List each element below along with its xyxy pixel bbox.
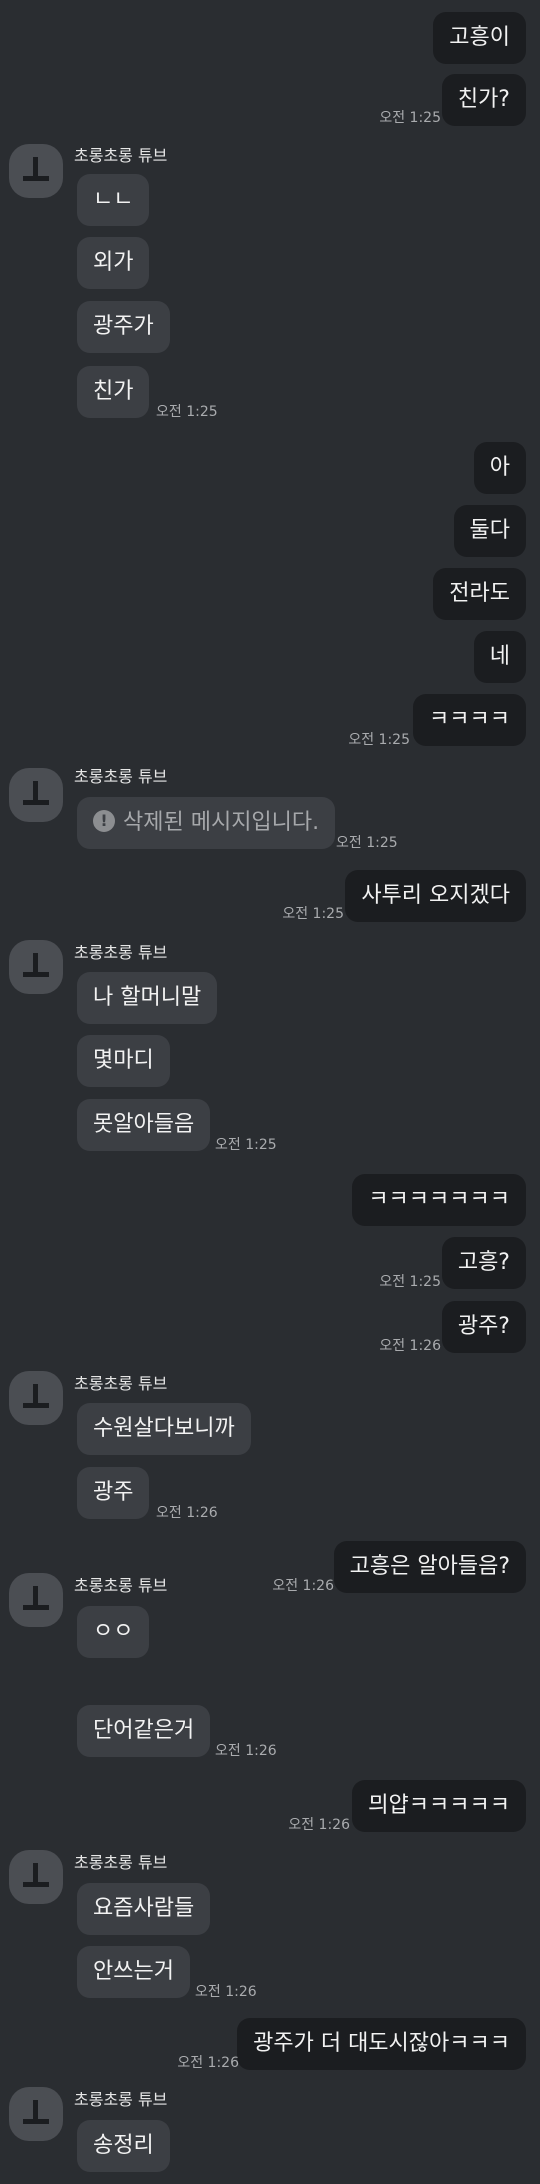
message-text: 안쓰는거	[93, 1959, 174, 1984]
message-text: 외가	[93, 250, 134, 275]
message-timestamp: 오전 1:25	[215, 1137, 277, 1153]
message-text: 못알아들음	[93, 1112, 195, 1137]
message-timestamp: 오전 1:26	[156, 1505, 218, 1521]
message-text: ㅇㅇ	[93, 1619, 134, 1644]
profile-avatar[interactable]	[9, 940, 63, 994]
profile-avatar[interactable]	[9, 1850, 63, 1904]
message-text: 고흥은 알아들음?	[349, 1554, 510, 1579]
message-timestamp: 오전 1:26	[177, 2055, 239, 2071]
message-bubble-received[interactable]: 송정리	[77, 2120, 170, 2172]
profile-avatar[interactable]	[9, 1573, 63, 1627]
message-text: 전라도	[449, 581, 510, 606]
message-timestamp: 오전 1:25	[336, 835, 398, 851]
message-bubble-sent[interactable]: ㅋㅋㅋㅋ	[413, 694, 526, 746]
message-timestamp: 오전 1:25	[156, 404, 218, 420]
message-bubble-received[interactable]: 광주가	[77, 301, 170, 353]
deleted-message-bubble[interactable]: ! 삭제된 메시지입니다.	[77, 797, 336, 849]
message-bubble-received[interactable]: 외가	[77, 237, 150, 289]
message-bubble-sent[interactable]: 고흥?	[441, 1237, 526, 1289]
default-profile-icon	[23, 1384, 49, 1408]
message-text: 광주	[93, 1480, 134, 1505]
default-profile-icon	[23, 953, 49, 977]
message-timestamp: 오전 1:26	[288, 1817, 350, 1833]
message-text: 몇마디	[93, 1048, 154, 1073]
message-text: 광주?	[457, 1314, 510, 1339]
sender-name: 초롱초롱 튜브	[74, 1374, 168, 1393]
message-bubble-sent[interactable]: 광주?	[441, 1301, 526, 1353]
sender-name: 초롱초롱 튜브	[74, 943, 168, 962]
message-bubble-received[interactable]: 광주	[77, 1467, 150, 1519]
default-profile-icon	[23, 1863, 49, 1887]
message-text: 나 할머니말	[93, 985, 202, 1010]
warning-icon: !	[93, 810, 115, 832]
message-timestamp: 오전 1:25	[348, 732, 410, 748]
message-bubble-sent[interactable]: 네	[473, 631, 526, 683]
message-bubble-received[interactable]: 단어같은거	[77, 1705, 211, 1757]
message-timestamp: 오전 1:26	[379, 1338, 441, 1354]
message-text: 광주가	[93, 314, 154, 339]
profile-avatar[interactable]	[9, 2087, 63, 2141]
message-bubble-sent[interactable]: 사투리 오지겠다	[345, 870, 526, 922]
message-text: 친가	[93, 379, 134, 404]
default-profile-icon	[23, 781, 49, 805]
message-text: ㅋㅋㅋㅋ	[429, 707, 510, 732]
sender-name: 초롱초롱 튜브	[74, 146, 168, 165]
message-timestamp: 오전 1:25	[282, 906, 344, 922]
message-bubble-sent[interactable]: 고흥이	[433, 12, 526, 64]
message-bubble-sent[interactable]: 믜얍ㅋㅋㅋㅋㅋ	[352, 1780, 526, 1832]
message-text: ㄴㄴ	[93, 187, 134, 212]
message-text: 요즘사람들	[93, 1896, 195, 1921]
message-text: 사투리 오지겠다	[361, 883, 510, 908]
message-bubble-received[interactable]: 수원살다보니까	[77, 1403, 251, 1455]
message-bubble-sent[interactable]: 아	[473, 442, 526, 494]
message-timestamp: 오전 1:26	[195, 1984, 257, 2000]
message-timestamp: 오전 1:25	[379, 110, 441, 126]
message-bubble-received[interactable]: 안쓰는거	[77, 1946, 190, 1998]
message-bubble-sent[interactable]: 전라도	[433, 568, 526, 620]
message-bubble-received[interactable]: 못알아들음	[77, 1099, 211, 1151]
message-timestamp: 오전 1:25	[379, 1274, 441, 1290]
message-bubble-received[interactable]: 요즘사람들	[77, 1883, 211, 1935]
message-text: 고흥이	[449, 25, 510, 50]
message-text: 네	[489, 644, 510, 669]
profile-avatar[interactable]	[9, 768, 63, 822]
default-profile-icon	[23, 2100, 49, 2124]
message-text: 송정리	[93, 2133, 154, 2158]
sender-name: 초롱초롱 튜브	[74, 767, 168, 786]
message-timestamp: 오전 1:26	[215, 1743, 277, 1759]
message-bubble-received[interactable]: 친가	[77, 366, 150, 418]
message-bubble-received[interactable]: ㄴㄴ	[77, 174, 150, 226]
default-profile-icon	[23, 1586, 49, 1610]
message-text: ㅋㅋㅋㅋㅋㅋㅋ	[368, 1187, 510, 1212]
message-bubble-received[interactable]: 나 할머니말	[77, 972, 218, 1024]
message-text: 둘다	[469, 518, 510, 543]
message-bubble-received[interactable]: 몇마디	[77, 1035, 170, 1087]
default-profile-icon	[23, 157, 49, 181]
profile-avatar[interactable]	[9, 144, 63, 198]
deleted-message-text: 삭제된 메시지입니다.	[123, 810, 320, 835]
message-bubble-sent[interactable]: 둘다	[453, 505, 526, 557]
message-bubble-sent[interactable]: 친가?	[441, 74, 526, 126]
message-bubble-sent[interactable]: ㅋㅋㅋㅋㅋㅋㅋ	[352, 1174, 526, 1226]
message-text: 단어같은거	[93, 1718, 195, 1743]
message-timestamp: 오전 1:26	[272, 1578, 334, 1594]
message-text: 믜얍ㅋㅋㅋㅋㅋ	[368, 1793, 510, 1818]
profile-avatar[interactable]	[9, 1371, 63, 1425]
message-text: 친가?	[457, 87, 510, 112]
message-text: 고흥?	[457, 1250, 510, 1275]
message-bubble-sent[interactable]: 광주가 더 대도시잖아ㅋㅋㅋ	[237, 2018, 526, 2070]
sender-name: 초롱초롱 튜브	[74, 1576, 168, 1595]
message-bubble-sent[interactable]: 고흥은 알아들음?	[333, 1541, 526, 1593]
message-bubble-received[interactable]: ㅇㅇ	[77, 1606, 150, 1658]
sender-name: 초롱초롱 튜브	[74, 2090, 168, 2109]
message-text: 수원살다보니까	[93, 1416, 235, 1441]
message-text: 광주가 더 대도시잖아ㅋㅋㅋ	[253, 2031, 510, 2056]
message-text: 아	[489, 455, 510, 480]
sender-name: 초롱초롱 튜브	[74, 1853, 168, 1872]
